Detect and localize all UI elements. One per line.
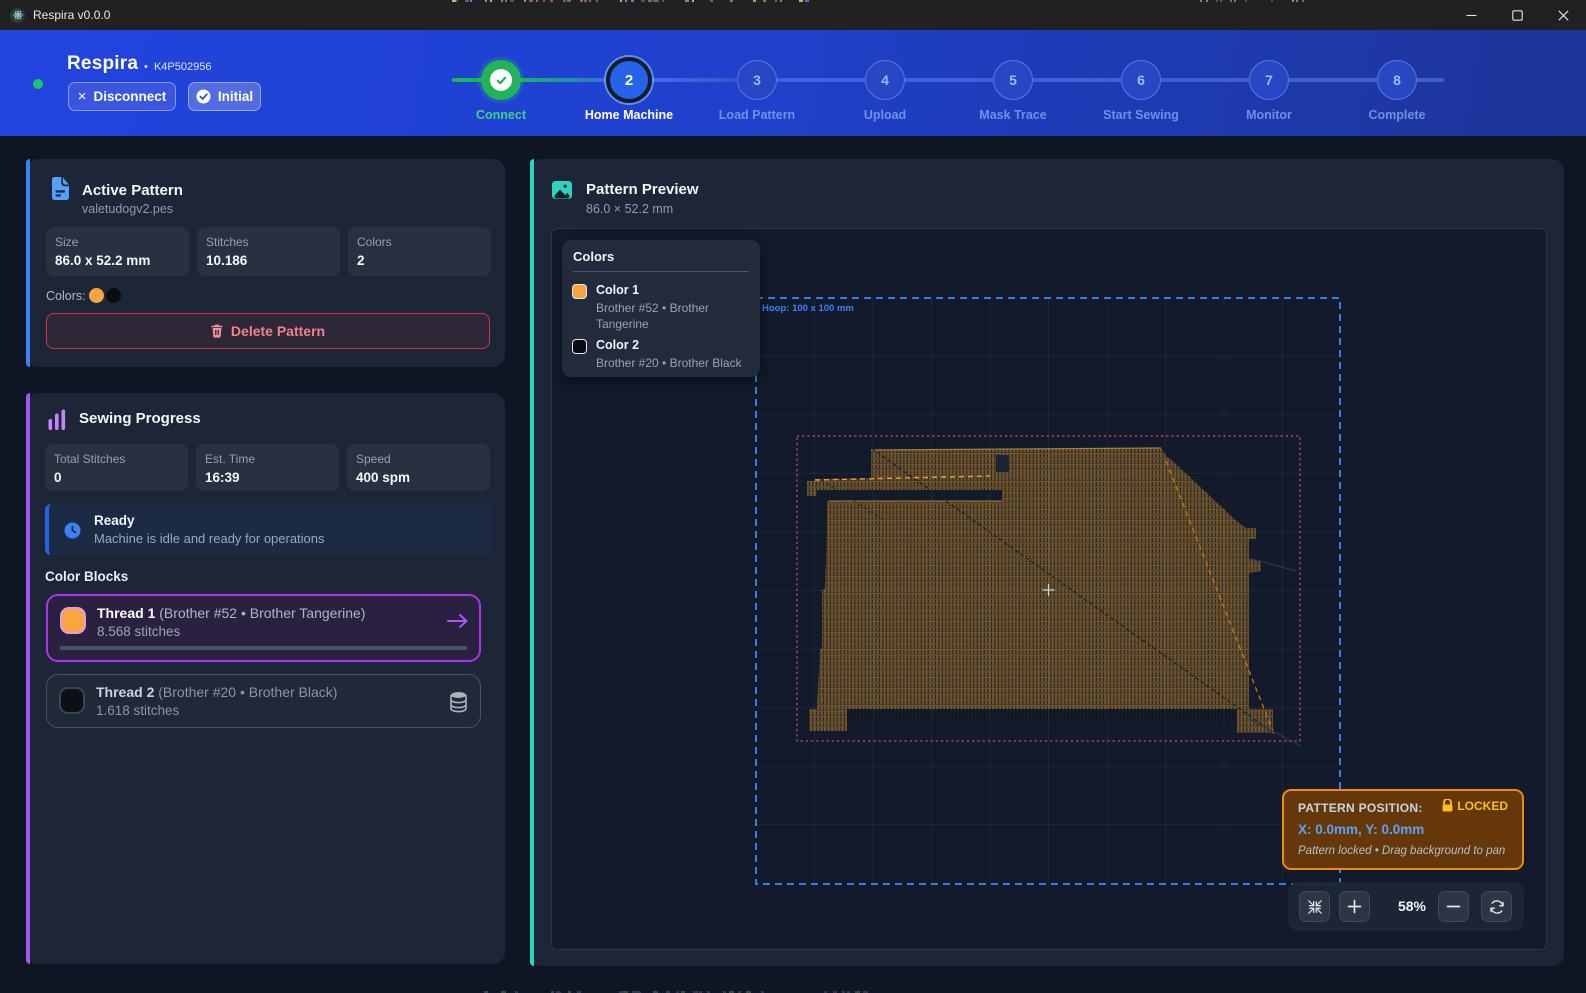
svg-text:Hoop: 100 x 100 mm: Hoop: 100 x 100 mm [762, 303, 854, 314]
